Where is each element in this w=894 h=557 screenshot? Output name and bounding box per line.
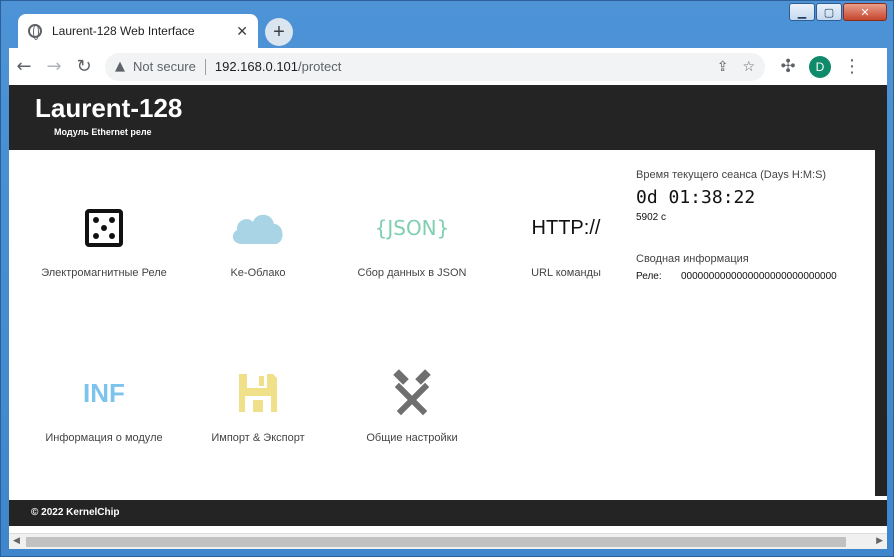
scrollbar-thumb[interactable]: [26, 537, 846, 547]
inf-icon-text: INF: [83, 377, 125, 408]
tile-label: URL команды: [531, 267, 601, 279]
summary-heading: Сводная информация: [636, 253, 749, 265]
inf-icon: INF: [29, 368, 179, 418]
horizontal-scrollbar[interactable]: ◀ ▶: [9, 533, 887, 549]
omnibox-divider: [204, 58, 206, 75]
session-seconds: 5902 с: [636, 212, 667, 223]
back-arrow-icon[interactable]: ←: [9, 52, 39, 82]
session-info-panel: Время текущего сеанса (Days H:M:S) 0d 01…: [636, 169, 887, 282]
maximize-button[interactable]: ▢: [816, 3, 842, 21]
tile-general-settings[interactable]: Общие настройки: [337, 368, 487, 444]
profile-avatar[interactable]: D: [809, 55, 831, 78]
share-icon[interactable]: ⇪: [717, 59, 729, 75]
tile-url-commands[interactable]: HTTP:// URL команды: [491, 203, 641, 280]
tile-label: Электромагнитные Реле: [41, 267, 167, 279]
dice-icon: [29, 203, 179, 253]
page-right-border: [875, 150, 887, 496]
minimize-button[interactable]: ▁: [789, 3, 815, 21]
security-label[interactable]: Not secure: [133, 59, 196, 74]
relay-label: Реле:: [636, 271, 662, 282]
copyright-text: © 2022 KernelChip: [31, 507, 120, 518]
url-path: /protect: [298, 59, 342, 74]
address-bar[interactable]: ▲ Not secure 192.168.0.101/protect ⇪ ☆: [105, 52, 765, 81]
reload-icon[interactable]: ↻: [69, 52, 99, 82]
page-viewport: Laurent-128 Модуль Ethernet реле Электро…: [9, 85, 887, 533]
cloud-icon: [183, 203, 333, 253]
tile-relays[interactable]: Электромагнитные Реле: [29, 203, 179, 279]
extensions-icon[interactable]: ✣: [773, 52, 803, 82]
browser-toolbar: ← → ↻ ▲ Not secure 192.168.0.101/protect…: [9, 48, 887, 85]
menu-dots-icon[interactable]: ⋮: [837, 52, 867, 82]
http-icon: HTTP://: [491, 203, 641, 253]
json-icon: {JSON}: [337, 203, 487, 253]
tile-import-export[interactable]: Импорт & Экспорт: [183, 368, 333, 444]
tile-cloud[interactable]: Ke-Облако: [183, 203, 333, 279]
scroll-right-icon[interactable]: ▶: [876, 536, 883, 546]
tile-label: Импорт & Экспорт: [211, 432, 305, 444]
close-window-button[interactable]: ✕: [843, 3, 887, 21]
window-controls: ▁ ▢ ✕: [789, 3, 887, 21]
site-subtitle: Модуль Ethernet реле: [54, 127, 152, 137]
tools-icon: [337, 368, 487, 418]
forward-arrow-icon[interactable]: →: [39, 52, 69, 82]
session-time: 0d 01:38:22: [636, 187, 756, 208]
warning-icon[interactable]: ▲: [115, 59, 125, 74]
tile-label: Ke-Облако: [230, 267, 286, 279]
url-host: 192.168.0.101: [214, 59, 299, 74]
http-icon-text: HTTP://: [531, 216, 601, 239]
bookmark-star-icon[interactable]: ☆: [742, 59, 755, 75]
site-title: Laurent-128: [35, 93, 183, 123]
tile-label: Сбор данных в JSON: [357, 267, 467, 279]
url-text[interactable]: 192.168.0.101/protect: [215, 59, 703, 74]
site-footer: © 2022 KernelChip: [9, 500, 887, 526]
json-icon-text: {JSON}: [374, 216, 450, 240]
session-heading: Время текущего сеанса (Days H:M:S): [636, 169, 827, 181]
browser-window: ▁ ▢ ✕ Laurent-128 Web Interface ✕ + ← → …: [0, 0, 894, 557]
browser-tab[interactable]: Laurent-128 Web Interface ✕: [18, 14, 258, 48]
tile-module-info[interactable]: INF Информация о модуле: [29, 368, 179, 445]
relay-status-row: Реле: 0000000000000000000000000000: [636, 271, 887, 282]
site-header: Laurent-128 Модуль Ethernet реле: [9, 85, 887, 150]
tile-label: Общие настройки: [366, 432, 458, 444]
tab-title: Laurent-128 Web Interface: [52, 24, 195, 38]
tile-json[interactable]: {JSON} Сбор данных в JSON: [337, 203, 487, 279]
new-tab-button[interactable]: +: [265, 18, 293, 46]
tile-label: Информация о модуле: [45, 432, 163, 444]
scroll-left-icon[interactable]: ◀: [13, 536, 20, 546]
tab-close-icon[interactable]: ✕: [236, 23, 248, 40]
relay-value: 0000000000000000000000000000: [681, 271, 837, 282]
globe-icon: [28, 24, 42, 40]
floppy-icon: [183, 368, 333, 418]
